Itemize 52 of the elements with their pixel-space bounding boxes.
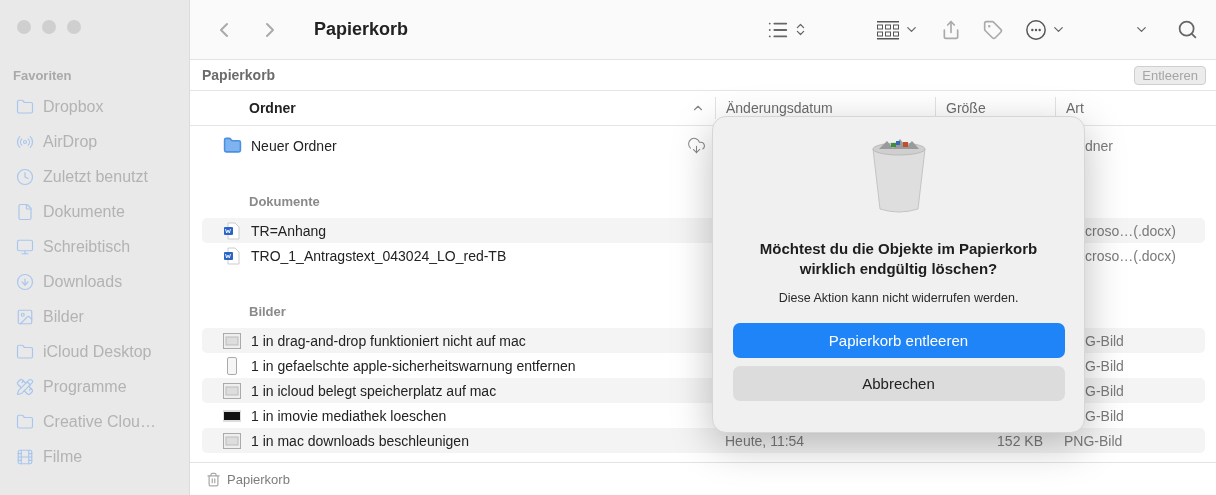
- more-icon[interactable]: [1025, 18, 1047, 41]
- kind-cell-text: croso…(.docx): [1084, 247, 1178, 264]
- file-name: TR=Anhang: [251, 222, 327, 239]
- column-header[interactable]: Ordner: [190, 97, 715, 119]
- kind-cell-text: PNG-Bild: [1063, 432, 1124, 449]
- group-heading: Dokumente: [248, 193, 321, 211]
- dialog-message: Diese Aktion kann nicht widerrufen werden.: [778, 291, 1019, 305]
- status-label: Papierkorb: [227, 471, 290, 487]
- file-name: 1 in drag-and-drop funktioniert nicht auf mac: [251, 332, 526, 349]
- image-thumbnail-icon: [223, 332, 241, 349]
- kind-cell-text: G-Bild: [1084, 332, 1125, 349]
- file-name: Neuer Ordner: [251, 137, 337, 154]
- file-name: TRO_1_Antragstext_043024_LO_red-TB: [251, 247, 507, 264]
- word-document-icon: [223, 246, 241, 265]
- confirm-button[interactable]: Papierkorb entleeren: [732, 323, 1065, 358]
- window-title: Papierkorb: [314, 19, 410, 40]
- size-cell-text: 152 KB: [996, 432, 1044, 449]
- search-icon[interactable]: [1177, 19, 1198, 40]
- date-cell-text: Heute, 11:54: [724, 432, 806, 449]
- image-thumbnail-icon: [227, 356, 237, 375]
- kind-cell-text: G-Bild: [1084, 382, 1125, 399]
- path-title: Papierkorb: [202, 67, 276, 83]
- download-icon: [16, 272, 34, 291]
- kind-cell-text: G-Bild: [1084, 407, 1125, 424]
- folder-icon: [16, 97, 34, 116]
- folder-icon: [16, 342, 34, 361]
- file-name: 1 in imovie mediathek loeschen: [251, 407, 447, 424]
- image-thumbnail-icon: [223, 409, 241, 422]
- cancel-button[interactable]: Abbrechen: [732, 366, 1065, 401]
- pencil-ruler-icon: [16, 377, 34, 396]
- image-thumbnail-icon: [223, 432, 241, 449]
- group-heading: Bilder: [248, 303, 287, 321]
- clock-icon: [16, 167, 34, 186]
- document-icon: [16, 202, 34, 221]
- file-name: 1 in icloud belegt speicherplatz auf mac: [251, 382, 497, 399]
- dialog-title: Möchtest du die Objekte im Papierkorb wirklich endgültig löschen?: [758, 239, 1039, 279]
- empty-button[interactable]: Entleeren: [1134, 65, 1206, 85]
- kind-cell-text: dner: [1084, 137, 1115, 154]
- folder-icon: [222, 136, 242, 155]
- trash-icon: [206, 471, 221, 487]
- monitor-icon: [16, 237, 34, 256]
- grid-view-icon[interactable]: [876, 19, 900, 40]
- kind-cell-text: G-Bild: [1084, 357, 1125, 374]
- image-icon: [16, 307, 34, 326]
- kind-cell-text: croso…(.docx): [1084, 222, 1178, 239]
- file-name: 1 in gefaelschte apple-sicherheitswarnung entfernen: [251, 357, 576, 374]
- film-icon: [16, 447, 34, 466]
- sidebar-heading: Favoriten: [12, 68, 73, 83]
- folder-icon: [16, 412, 34, 431]
- file-name: 1 in mac downloads beschleunigen: [251, 432, 469, 449]
- image-thumbnail-icon: [223, 382, 241, 399]
- word-document-icon: [223, 221, 241, 240]
